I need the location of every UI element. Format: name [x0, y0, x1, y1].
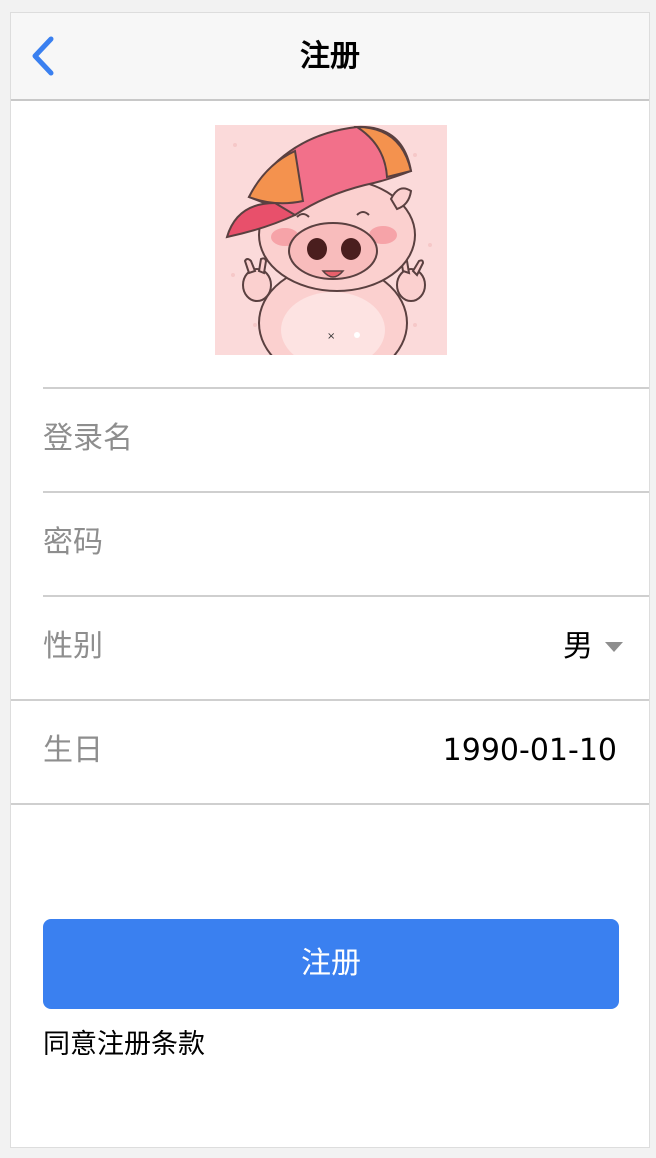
- username-row[interactable]: 登录名: [43, 387, 653, 493]
- gender-select[interactable]: 男: [563, 627, 623, 667]
- birthday-value[interactable]: 1990-01-10: [443, 731, 617, 771]
- register-form: 登录名 密码 性别 男 生日 1990-01-10: [11, 387, 653, 805]
- username-input[interactable]: [43, 389, 653, 493]
- phone-screen: 注册 × 登录名 密码 性别 男 生日 1990-01-10 注册 同意注册条款: [10, 12, 653, 1148]
- svg-text:×: ×: [327, 331, 335, 342]
- password-input[interactable]: [43, 493, 653, 597]
- pig-avatar-image[interactable]: ×: [215, 125, 447, 355]
- password-row[interactable]: 密码: [43, 491, 653, 597]
- nav-bar: 注册: [11, 13, 649, 101]
- birthday-row: 生日 1990-01-10: [11, 699, 649, 805]
- birthday-label: 生日: [43, 733, 103, 768]
- register-button[interactable]: 注册: [43, 919, 619, 1009]
- dropdown-caret-icon: [605, 642, 623, 652]
- gender-value: 男: [563, 629, 593, 664]
- gender-row: 性别 男: [43, 595, 649, 699]
- gender-label: 性别: [43, 629, 103, 664]
- terms-link[interactable]: 同意注册条款: [43, 1027, 205, 1063]
- page-title: 注册: [300, 39, 360, 74]
- page: 注册 × 登录名 密码 性别 男 生日 1990-01-10 注册 同意注册条款: [0, 0, 656, 1158]
